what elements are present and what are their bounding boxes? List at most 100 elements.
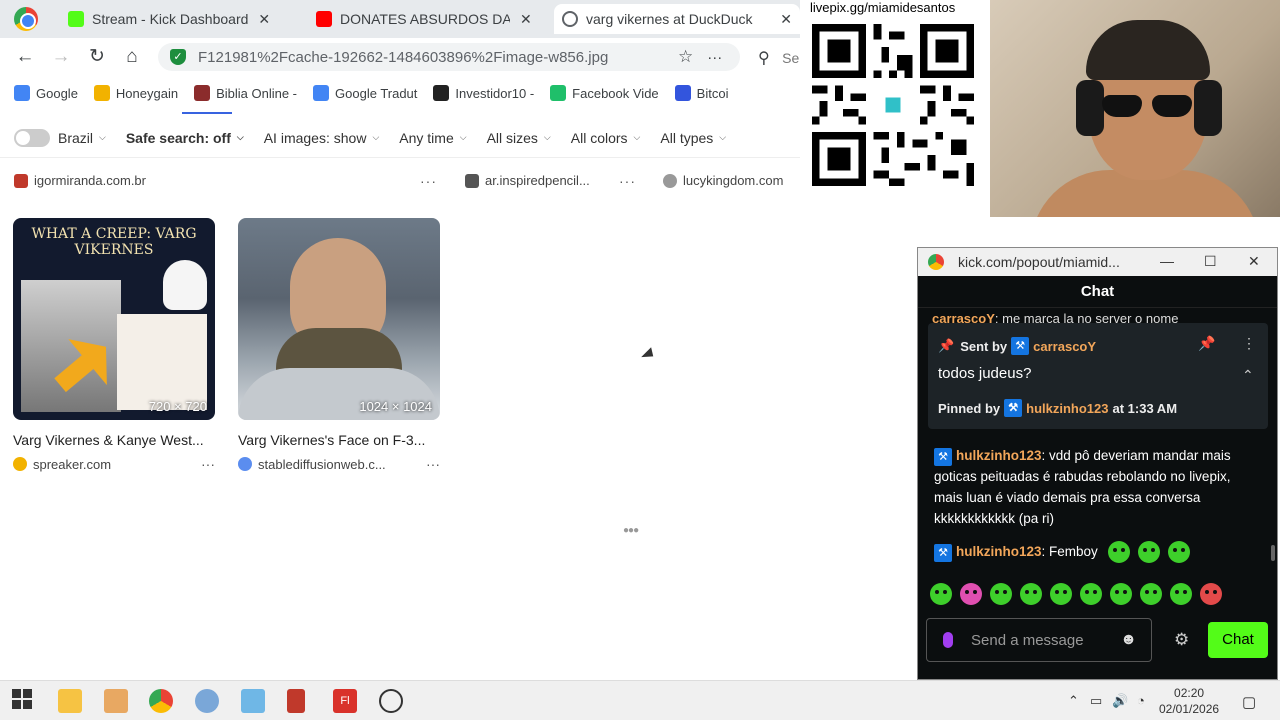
photo-shape [117,314,207,410]
result-source[interactable]: stablediffusionweb.c... ··· [238,456,440,472]
emote-icon [1200,583,1222,605]
result-thumbnail[interactable]: WHAT A CREEP: VARG VIKERNES 720 × 720 [13,218,215,420]
tab-donates[interactable]: DONATES ABSURDOS DA ✕ [308,4,544,34]
hammer-badge-icon: ⚒ [934,544,952,562]
search-box[interactable]: ⚲ Se [758,48,799,68]
chevron-down-icon: ⌵ [459,132,467,142]
search-icon: ⚲ [758,50,770,67]
mouse-cursor-icon [641,347,657,363]
forward-icon[interactable]: → [50,46,72,68]
notifications-icon[interactable]: ▢ [1242,693,1256,711]
source-link[interactable]: igormiranda.com.br [14,173,146,188]
chevron-down-icon: ⌵ [633,132,641,142]
chat-titlebar: kick.com/popout/miamid... — ☐ ✕ [918,248,1277,276]
source-link[interactable]: ar.inspiredpencil... [465,173,590,188]
more-options-icon[interactable]: ··· [201,456,215,472]
bookmark-translate[interactable]: Google Tradut [313,85,417,101]
chat-popout-window: kick.com/popout/miamid... — ☐ ✕ Chat car… [917,247,1278,680]
collapse-icon[interactable]: ⌃ [1242,367,1254,384]
more-icon[interactable]: ··· [707,49,722,66]
bookmark-honeygain[interactable]: Honeygain [93,85,178,101]
chevron-down-icon: ⌵ [719,132,727,142]
gear-icon[interactable]: ⚙ [1174,630,1189,650]
more-options-icon[interactable]: ··· [420,173,437,189]
loading-dots-icon: ●●● [623,525,639,536]
color-filter[interactable]: All colors ⌵ [571,130,641,146]
unpin-icon[interactable]: 📌 [1198,335,1215,352]
globe-icon [562,11,578,27]
reload-icon[interactable]: ↻ [86,46,108,68]
star-icon[interactable]: ☆ [678,47,693,67]
type-filter[interactable]: All types ⌵ [660,130,726,146]
pin-icon: 📌 [938,338,955,353]
bookmark-bitcoin[interactable]: Bitcoi [674,85,728,101]
send-chat-button[interactable]: Chat [1208,622,1268,658]
notes-icon[interactable] [241,689,265,713]
qr-code-icon [812,24,974,186]
media-player-icon[interactable] [104,689,128,713]
close-icon[interactable]: ✕ [780,11,792,28]
chat-messages: carrascoY: me marca la no server o nome … [918,309,1277,614]
emote-icon [930,583,952,605]
app-icon[interactable] [195,689,219,713]
emote-icon [990,583,1012,605]
volume-icon[interactable]: 🔊 [1112,693,1128,709]
obs-icon[interactable] [379,689,403,713]
maximize-icon[interactable]: ☐ [1204,253,1217,270]
chat-scrollbar[interactable] [1271,545,1275,561]
image-result[interactable]: 1024 × 1024 Varg Vikernes's Face on F-3.… [238,218,440,472]
emote-icon [1110,583,1132,605]
size-filter[interactable]: All sizes ⌵ [487,130,551,146]
source-link[interactable]: lucykingdom.com [663,173,783,188]
bookmark-biblia[interactable]: Biblia Online - [194,85,297,101]
taskbar: Fl ⌃ ▭ 🔊 ◔ 02:20 02/01/2026 ▢ [0,680,1280,720]
honeygain-icon [93,85,110,101]
time-filter[interactable]: Any time ⌵ [399,130,466,146]
region-toggle[interactable] [14,128,50,147]
more-options-icon[interactable]: ··· [619,173,636,189]
tab-kick-dashboard[interactable]: Stream - Kick Dashboard ✕ [60,4,296,34]
home-icon[interactable]: ⌂ [121,46,143,68]
tab-duckduckgo[interactable]: varg vikernes at DuckDuck ✕ [554,4,800,34]
url-text[interactable]: F121981%2Fcache-192662-1484603896%2Fimag… [198,49,668,66]
windows-start-icon[interactable] [12,689,36,713]
close-icon[interactable]: ✕ [1248,253,1260,270]
chevron-down-icon: ⌵ [543,132,551,142]
search-filters: Brazil ⌵ Safe search: off ⌵ AI images: sho… [0,118,800,158]
fl-studio-icon[interactable]: Fl [333,689,357,713]
image-result[interactable]: WHAT A CREEP: VARG VIKERNES 720 × 720 Va… [13,218,215,472]
emote-icon [1167,541,1190,564]
more-options-icon[interactable]: ··· [426,456,440,472]
close-icon[interactable]: ✕ [520,11,532,28]
thumb-caption: WHAT A CREEP: VARG VIKERNES [31,226,197,258]
chrome-icon[interactable] [149,689,173,713]
star-icon [13,457,27,471]
chat-message: ⚒ hulkzinho123: Femboy [934,541,1254,564]
kebab-menu-icon[interactable]: ⋮ [1242,335,1256,352]
chat-input[interactable]: Send a message ☻ [926,618,1152,662]
emoji-icon[interactable]: ☻ [1120,631,1137,649]
safe-search-filter[interactable]: Safe search: off ⌵ [126,130,244,146]
close-icon[interactable]: ✕ [258,11,270,28]
calculator-icon[interactable] [287,689,305,713]
ai-images-filter[interactable]: AI images: show ⌵ [264,130,380,146]
region-filter[interactable]: Brazil ⌵ [58,130,106,146]
clock[interactable]: 02:20 02/01/2026 [1159,685,1219,717]
active-tab-underline [182,112,232,114]
result-source[interactable]: spreaker.com ··· [13,456,215,472]
battery-icon[interactable]: ▭ [1090,693,1102,709]
bookmark-google[interactable]: Google [14,85,78,101]
network-icon[interactable]: ◔ [1137,693,1145,708]
result-thumbnail[interactable]: 1024 × 1024 [238,218,440,420]
emote-icon [1137,541,1160,564]
shield-icon[interactable]: ✓ [170,49,186,65]
chevron-up-icon[interactable]: ⌃ [1068,693,1079,709]
minimize-icon[interactable]: — [1160,253,1174,269]
chevron-down-icon: ⌵ [236,132,244,142]
bookmark-investidor[interactable]: Investidor10 - [433,85,534,101]
microphone-icon[interactable] [943,632,953,648]
back-icon[interactable]: ← [14,46,36,68]
file-explorer-icon[interactable] [58,689,82,713]
address-bar[interactable]: ✓ F121981%2Fcache-192662-1484603896%2Fim… [158,43,740,71]
bookmark-facebook[interactable]: Facebook Vide [550,85,659,101]
